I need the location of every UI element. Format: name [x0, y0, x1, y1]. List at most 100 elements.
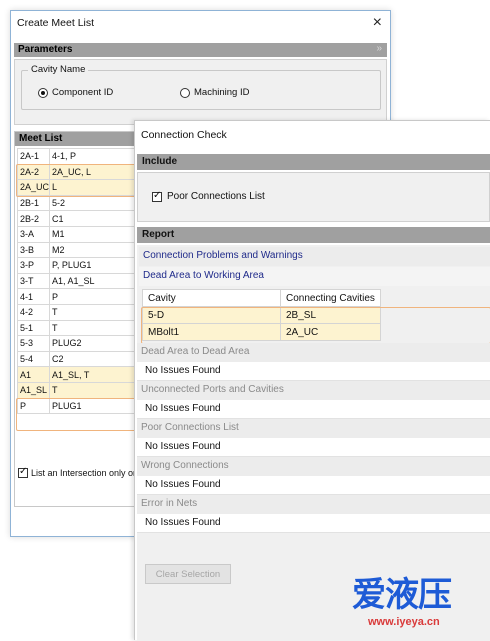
section-label: Unconnected Ports and Cavities — [141, 384, 284, 395]
meets-cell: T — [49, 381, 138, 399]
section-label: Connection Problems and Warnings — [143, 250, 303, 261]
table-row[interactable]: 4-1 P — [17, 288, 138, 305]
cavity-cell: 2B-2 — [17, 210, 50, 227]
clear-selection-button[interactable]: Clear Selection — [145, 564, 231, 584]
table-header-row: Cavity Connecting Cavities — [142, 289, 381, 307]
table-row[interactable]: 2B-2 C1 — [17, 210, 138, 227]
machining-id-radio[interactable]: Machining ID — [180, 87, 249, 98]
table-row[interactable]: 5-3 PLUG2 — [17, 335, 138, 352]
meets-cell: M1 — [49, 225, 138, 243]
watermark-logo: 爱液压 www.iyeya.cn — [352, 576, 490, 640]
section-poor-connections[interactable]: Poor Connections List — [137, 419, 490, 438]
meets-cell: C1 — [49, 210, 138, 227]
cavity-cell: 5-D — [142, 306, 281, 324]
machining-id-label: Machining ID — [194, 87, 250, 98]
cavity-cell: 2A-1 — [17, 148, 50, 165]
section-label: Poor Connections List — [141, 422, 239, 433]
parameters-heading: Parameters — [18, 44, 73, 55]
meets-cell: A1, A1_SL — [49, 272, 138, 290]
cavity-name-legend: Cavity Name — [28, 64, 89, 75]
include-panel: Poor Connections List — [137, 172, 490, 222]
table-row[interactable]: A1 A1_SL, T — [17, 366, 138, 383]
section-label: Wrong Connections — [141, 460, 229, 471]
table-row[interactable]: A1_SL T — [17, 381, 138, 399]
cavity-cell: 5-4 — [17, 350, 50, 368]
table-row[interactable]: 3-A M1 — [17, 225, 138, 243]
section-dead-to-dead[interactable]: Dead Area to Dead Area — [137, 343, 490, 362]
section-value: No Issues Found — [137, 476, 490, 495]
meets-cell: PLUG1 — [49, 397, 138, 415]
intersection-once-label: List an Intersection only once — [31, 468, 148, 478]
meet-list-header: Meet List — [15, 132, 138, 146]
cavity-cell: 3-T — [17, 272, 50, 290]
section-value: No Issues Found — [137, 514, 490, 533]
parameters-header[interactable]: Parameters » — [14, 43, 387, 57]
component-id-label: Component ID — [52, 87, 114, 98]
meets-cell: P, PLUG1 — [49, 257, 138, 274]
table-row[interactable]: 3-P P, PLUG1 — [17, 257, 138, 274]
table-row[interactable]: 2A-2 2A_UC, L — [17, 163, 138, 181]
cavity-cell: 5-3 — [17, 335, 50, 352]
radio-selected-icon[interactable] — [38, 87, 48, 98]
cavity-cell: P — [17, 397, 50, 415]
title-bar: Create Meet List × — [11, 11, 390, 37]
radio-unselected-icon[interactable] — [180, 87, 190, 98]
connecting-cavities-table: Cavity Connecting Cavities 5-D 2B_SL MBo… — [142, 289, 381, 341]
connecting-cell: 2B_SL — [280, 306, 381, 324]
cavity-name-group: Cavity Name Component ID Machining ID — [21, 64, 381, 110]
close-icon[interactable]: × — [373, 14, 382, 32]
meet-list-heading: Meet List — [19, 133, 63, 144]
section-value: No Issues Found — [137, 362, 490, 381]
intersection-once-checkbox[interactable]: List an Intersection only once — [18, 466, 148, 478]
table-row[interactable]: 5-4 C2 — [17, 350, 138, 368]
section-label: Error in Nets — [141, 498, 198, 509]
table-row[interactable]: 2A_UC L — [17, 179, 138, 196]
collapse-chevron-icon[interactable]: » — [376, 43, 382, 54]
poor-connections-checkbox[interactable]: Poor Connections List — [152, 190, 265, 202]
section-unconnected-ports[interactable]: Unconnected Ports and Cavities — [137, 381, 490, 400]
cavity-cell: 4-1 — [17, 288, 50, 305]
table-row[interactable]: 2B-1 5-2 — [17, 194, 138, 212]
section-dead-to-working[interactable]: Dead Area to Working Area — [139, 267, 490, 286]
cavity-cell: MBolt1 — [142, 323, 281, 341]
table-row[interactable]: 4-2 T — [17, 303, 138, 321]
include-header: Include — [137, 154, 490, 170]
meets-cell: 2A_UC, L — [49, 163, 138, 181]
cavity-cell: 4-2 — [17, 303, 50, 321]
checkbox-checked-icon[interactable] — [152, 190, 162, 202]
section-value: No Issues Found — [137, 438, 490, 457]
watermark-url: www.iyeya.cn — [368, 616, 440, 628]
section-error-in-nets[interactable]: Error in Nets — [137, 495, 490, 514]
watermark-brand: 爱液压 — [352, 575, 452, 615]
cavity-cell: 5-1 — [17, 319, 50, 337]
table-row[interactable]: 3-B M2 — [17, 241, 138, 259]
window-title: Connection Check — [141, 129, 227, 141]
column-header-connecting[interactable]: Connecting Cavities — [280, 289, 381, 307]
meets-cell: P — [49, 288, 138, 305]
cavity-cell: 3-B — [17, 241, 50, 259]
table-row[interactable]: MBolt1 2A_UC — [142, 323, 381, 341]
table-row[interactable]: 2A-1 4-1, P — [17, 148, 138, 165]
meets-cell: T — [49, 303, 138, 321]
meet-list-panel: Meet List 2A-1 4-1, P 2A-2 2A_UC, L 2A_UC L… — [14, 131, 148, 507]
meets-cell: M2 — [49, 241, 138, 259]
section-value: No Issues Found — [137, 400, 490, 419]
table-row[interactable]: 3-T A1, A1_SL — [17, 272, 138, 290]
meets-cell: T — [49, 319, 138, 337]
table-row[interactable]: P PLUG1 — [17, 397, 138, 415]
report-header: Report — [137, 227, 490, 243]
section-connection-problems[interactable]: Connection Problems and Warnings — [139, 247, 490, 266]
cavity-cell: A1 — [17, 366, 50, 383]
checkbox-checked-icon[interactable] — [18, 466, 28, 478]
cavity-cell: A1_SL — [17, 381, 50, 399]
section-wrong-connections[interactable]: Wrong Connections — [137, 457, 490, 476]
column-header-cavity[interactable]: Cavity — [142, 289, 281, 307]
cavity-cell: 2A_UC — [17, 179, 50, 196]
meets-cell: L — [49, 179, 138, 196]
cavity-cell: 3-P — [17, 257, 50, 274]
report-heading: Report — [142, 229, 175, 240]
table-row[interactable]: 5-D 2B_SL — [142, 306, 381, 324]
meets-cell: A1_SL, T — [49, 366, 138, 383]
component-id-radio[interactable]: Component ID — [38, 87, 113, 98]
table-row[interactable]: 5-1 T — [17, 319, 138, 337]
